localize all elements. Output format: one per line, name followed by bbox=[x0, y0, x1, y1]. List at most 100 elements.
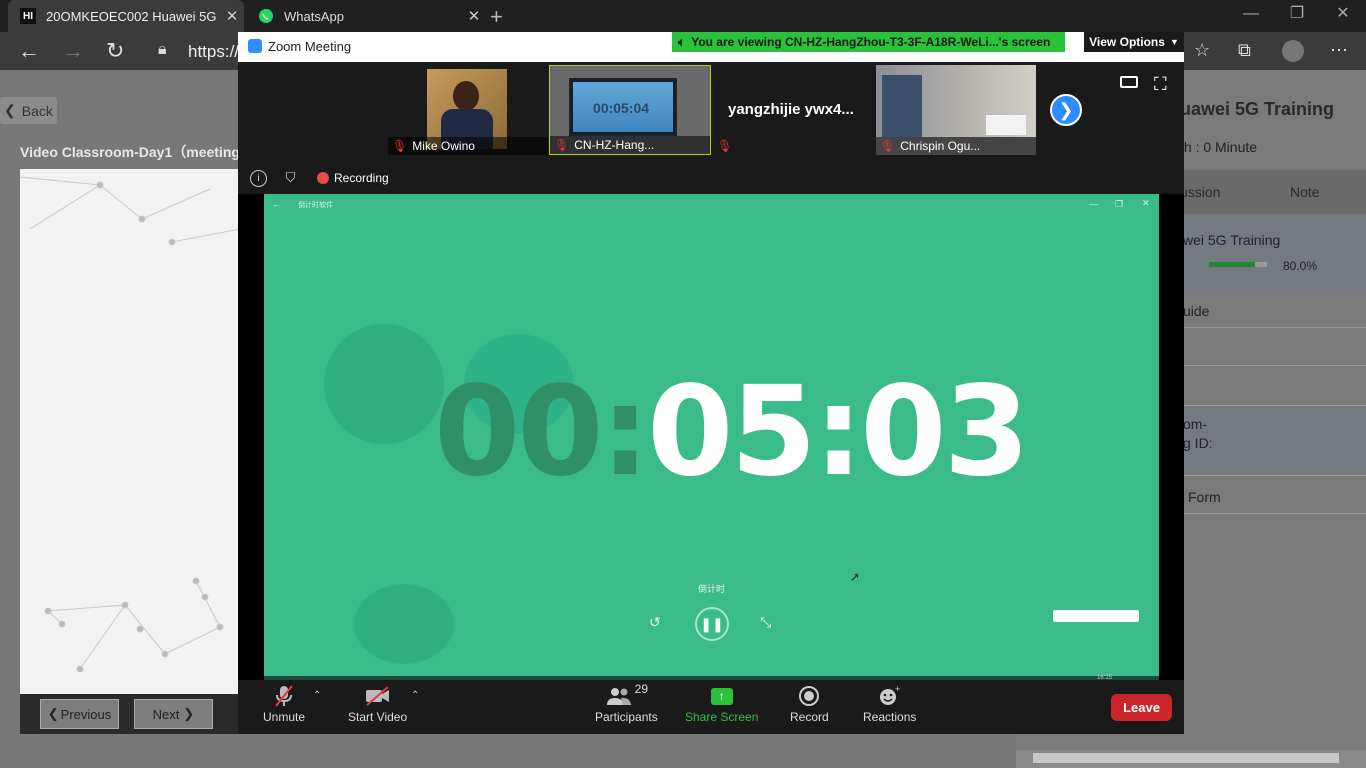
whatsapp-icon bbox=[258, 8, 274, 24]
back-arrow-icon[interactable]: ← bbox=[18, 38, 40, 64]
info-icon[interactable]: i bbox=[250, 170, 267, 187]
zoom-camera-icon bbox=[248, 39, 262, 53]
slide-preview bbox=[20, 169, 240, 695]
mic-off-icon: 🎙︎ bbox=[880, 139, 896, 153]
close-icon[interactable]: ✕ bbox=[462, 7, 486, 25]
class-title: Video Classroom-Day1（meeting I bbox=[20, 144, 248, 160]
scrollbar-thumb[interactable] bbox=[1033, 753, 1339, 763]
list-item-label: uide bbox=[1183, 303, 1210, 319]
window-close-icon[interactable]: ✕ bbox=[1320, 0, 1366, 32]
share-screen-button[interactable]: ↑ Share Screen bbox=[685, 682, 758, 724]
progress-text: 80.0% bbox=[1283, 259, 1318, 273]
chevron-up-icon[interactable]: ⌃ bbox=[411, 690, 419, 701]
form-link[interactable]: Form bbox=[1188, 489, 1221, 505]
share-left-border bbox=[238, 194, 264, 680]
progress-bar-fill bbox=[1209, 262, 1256, 267]
share-right-border bbox=[1159, 194, 1184, 680]
tab-whatsapp[interactable]: WhatsApp ✕ bbox=[246, 0, 486, 32]
tab-title: 20OMKEOEC002 Huawei 5G Trai bbox=[46, 8, 220, 24]
zoom-window-title: Zoom Meeting bbox=[268, 39, 352, 54]
new-tab-icon[interactable]: + bbox=[490, 4, 503, 30]
collections-icon[interactable]: ⧉ bbox=[1238, 40, 1251, 61]
participant-name-bar: 🎙︎ Chrispin Ogu... bbox=[876, 137, 1036, 155]
next-button[interactable]: Next ❯ bbox=[134, 699, 213, 729]
favorites-icon[interactable]: ☆ bbox=[1194, 40, 1210, 61]
mouse-cursor-icon: ➚ bbox=[850, 570, 861, 584]
record-icon bbox=[798, 682, 820, 710]
huawei-favicon-icon: HI bbox=[20, 8, 36, 24]
smiley-icon: + bbox=[878, 682, 902, 710]
chevron-right-icon: ❯ bbox=[183, 706, 195, 721]
share-screen-icon: ↑ bbox=[710, 682, 733, 710]
chevron-left-icon: ❮ bbox=[47, 706, 59, 721]
participants-button[interactable]: 29 Participants bbox=[595, 682, 658, 724]
participant-strip bbox=[238, 62, 1184, 166]
participant-tile-active[interactable]: 00:05:04 🎙︎ CN-HZ-Hang... bbox=[549, 65, 711, 155]
recording-dot-icon bbox=[317, 172, 329, 184]
participant-tile[interactable]: 🎙︎ Mike Owino bbox=[388, 65, 548, 155]
url-field[interactable]: https:// bbox=[188, 42, 239, 62]
course-name: wei 5G Training bbox=[1183, 232, 1281, 248]
countdown-label: 倒计时 bbox=[698, 584, 726, 594]
tab-huawei-training[interactable]: HI 20OMKEOEC002 Huawei 5G Trai ✕ bbox=[8, 0, 244, 32]
mic-off-icon: 🎙︎ bbox=[554, 138, 570, 152]
forward-arrow-icon[interactable]: → bbox=[62, 38, 84, 64]
close-icon[interactable]: ✕ bbox=[220, 7, 244, 25]
chevron-up-icon[interactable]: ⌃ bbox=[313, 690, 321, 701]
meeting-info: om- g ID: bbox=[1183, 416, 1213, 451]
video-off-icon bbox=[364, 682, 392, 710]
participants-icon: 29 bbox=[605, 682, 648, 710]
speaker-icon: 🔈︎ bbox=[678, 34, 686, 49]
tab-discussion[interactable]: ussion bbox=[1180, 184, 1220, 200]
unmute-button[interactable]: Unmute bbox=[263, 682, 305, 724]
course-length: th : 0 Minute bbox=[1180, 139, 1258, 155]
previous-button[interactable]: ❮ Previous bbox=[40, 699, 119, 729]
participant-tile[interactable]: yangzhijie ywx4... 🎙︎ bbox=[713, 65, 875, 155]
chevron-down-icon: ▼ bbox=[1169, 37, 1179, 47]
profile-avatar[interactable] bbox=[1282, 40, 1304, 62]
next-participants-arrow-icon[interactable]: ❯ bbox=[1050, 94, 1082, 126]
back-button[interactable]: ❮ Back bbox=[0, 97, 57, 124]
reactions-button[interactable]: + Reactions bbox=[863, 682, 916, 724]
gallery-layout-icon[interactable] bbox=[1120, 76, 1138, 88]
app-minimize-icon[interactable]: — bbox=[1089, 199, 1098, 209]
app-maximize-icon[interactable]: ❐ bbox=[1115, 199, 1123, 210]
mic-off-icon: 🎙︎ bbox=[392, 139, 408, 153]
shield-icon[interactable]: ⛉ bbox=[282, 170, 299, 187]
leave-button[interactable]: Leave bbox=[1111, 694, 1172, 721]
network-graphic bbox=[20, 176, 240, 673]
restore-icon[interactable]: ❐ bbox=[1274, 0, 1320, 32]
mic-muted-icon bbox=[273, 682, 295, 710]
minimize-icon[interactable]: — bbox=[1228, 0, 1274, 32]
participant-tile[interactable]: 🎙︎ Chrispin Ogu... bbox=[876, 65, 1036, 155]
app-title: 倒计时软件 bbox=[298, 202, 333, 209]
lock-icon: 🔒︎ bbox=[158, 41, 167, 58]
app-close-icon[interactable]: ✕ bbox=[1142, 198, 1150, 209]
app-title-bar bbox=[264, 194, 1159, 212]
view-options-button[interactable]: View Options ▼ bbox=[1084, 32, 1184, 52]
svg-text:+: + bbox=[895, 685, 900, 694]
collapse-icon[interactable]: ⤡ bbox=[760, 614, 771, 631]
record-button[interactable]: Record bbox=[790, 682, 829, 724]
chevron-left-icon: ❮ bbox=[4, 102, 16, 118]
reset-icon[interactable]: ↺ bbox=[649, 614, 661, 631]
tab-title: WhatsApp bbox=[284, 8, 344, 24]
progress-bar bbox=[1209, 262, 1267, 267]
tv-screen: 00:05:04 bbox=[569, 78, 677, 136]
countdown-timer: 00:05:03 bbox=[434, 360, 1030, 504]
participant-name-bar: 🎙︎ Mike Owino bbox=[388, 137, 548, 155]
ime-toolbar bbox=[1053, 610, 1139, 622]
pause-icon: ❚❚ bbox=[700, 615, 724, 632]
app-back-icon[interactable]: ← bbox=[272, 199, 281, 209]
participant-video bbox=[876, 65, 1036, 137]
participant-name-bar: 🎙︎ CN-HZ-Hang... bbox=[550, 136, 710, 154]
mic-off-icon: 🎙︎ bbox=[717, 139, 733, 153]
start-video-button[interactable]: Start Video bbox=[348, 682, 407, 724]
more-icon[interactable]: ⋯ bbox=[1330, 40, 1348, 61]
tab-note[interactable]: Note bbox=[1290, 184, 1320, 200]
viewing-banner: 🔈︎ You are viewing CN-HZ-HangZhou-T3-3F-… bbox=[672, 32, 1065, 52]
participant-count: 29 bbox=[634, 682, 649, 696]
fullscreen-icon[interactable]: ⛶ bbox=[1154, 74, 1167, 95]
pause-button[interactable]: ❚❚ bbox=[695, 607, 729, 641]
refresh-icon[interactable]: ↻ bbox=[106, 38, 124, 64]
